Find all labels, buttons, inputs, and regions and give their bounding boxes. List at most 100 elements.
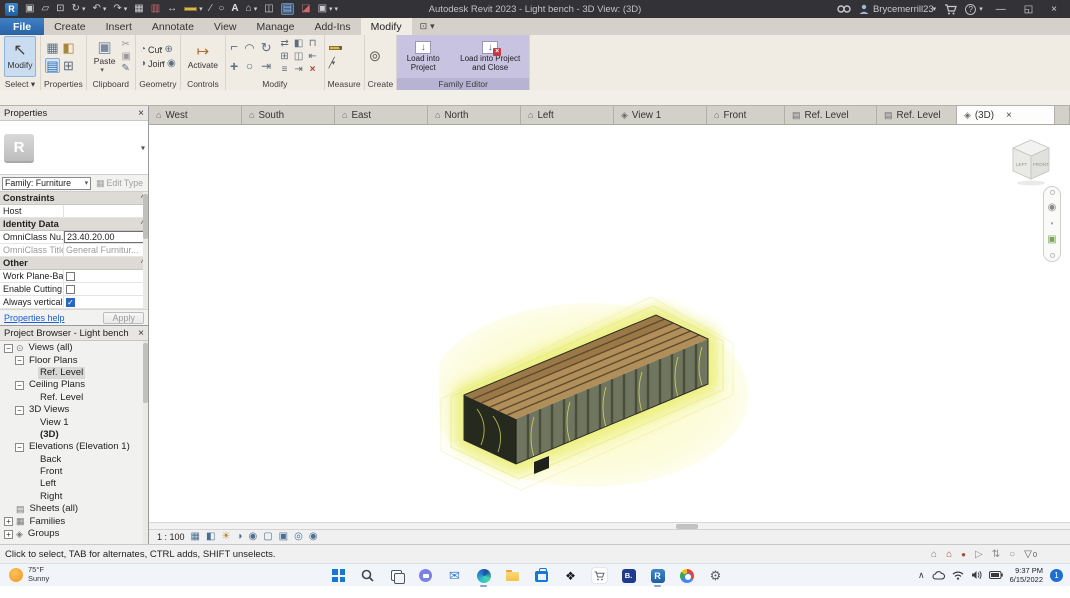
settings-icon[interactable]: ⚙	[708, 568, 723, 583]
pin-icon[interactable]: ⊓	[309, 38, 317, 49]
nav-more-icon[interactable]	[1049, 253, 1055, 258]
sync-icon[interactable]: ↻	[72, 4, 80, 14]
cope-icon[interactable]: ⌐	[230, 40, 238, 53]
collapse-icon[interactable]: −	[15, 356, 24, 366]
canvas-horizontal-scrollbar[interactable]	[149, 522, 1070, 529]
tab-modify[interactable]: Modify	[360, 18, 412, 35]
tree-item-floor-plans[interactable]: − Floor Plans	[0, 354, 148, 366]
offset-icon[interactable]: ⇥	[261, 60, 271, 72]
select-toggle-icon[interactable]: ⇅	[992, 549, 1000, 560]
revit-taskbar-icon[interactable]: R	[650, 568, 665, 587]
panel-label-modify[interactable]: Modify	[226, 78, 324, 90]
worksets-icon[interactable]: ⌂	[931, 549, 937, 560]
view-tab-south[interactable]: ⌂ South	[242, 106, 335, 124]
family-types-icon[interactable]: ▦	[46, 41, 58, 54]
properties-palette-icon[interactable]: ▤	[45, 58, 60, 73]
tree-item-front[interactable]: Front	[0, 466, 148, 478]
type-preview[interactable]: R ▾	[0, 121, 148, 175]
panel-label-select[interactable]: Select ▾	[0, 78, 40, 90]
shopping-app-icon[interactable]	[592, 568, 607, 583]
edit-type-button[interactable]: ▦ Edit Type	[93, 177, 146, 190]
redo-icon[interactable]: ↷	[113, 4, 121, 14]
browser-scrollbar[interactable]	[143, 341, 148, 544]
collapse-icon[interactable]: −	[15, 442, 24, 452]
copy-to-clipboard-icon[interactable]: ▣	[122, 51, 131, 62]
restore-button[interactable]: ◱	[1019, 4, 1038, 15]
type-properties-icon[interactable]: ⊞	[63, 59, 74, 72]
rendering-icon[interactable]: ◉	[248, 532, 257, 542]
save-icon[interactable]: ⊡	[56, 4, 64, 14]
help-caret-icon[interactable]: ▾	[979, 6, 983, 13]
default-3d-view-icon[interactable]: ⌂	[246, 4, 252, 14]
view-tab-east[interactable]: ⌂ East	[335, 106, 428, 124]
cut-caret-icon[interactable]: ▾	[159, 46, 163, 53]
always-vertical-checkbox[interactable]: ✓	[66, 297, 75, 307]
apply-button[interactable]: Apply	[103, 311, 144, 324]
switch-caret-icon[interactable]: ▾	[329, 6, 333, 13]
panel-label-clipboard[interactable]: Clipboard	[87, 78, 135, 90]
cut-to-clipboard-icon[interactable]: ✂	[122, 39, 131, 50]
properties-scrollbar[interactable]	[143, 192, 148, 309]
scale-icon[interactable]: ⇥	[294, 64, 302, 75]
scrollbar-thumb[interactable]	[143, 343, 148, 403]
drawing-area[interactable]: LEFT FRONT ◉ ▾ ▣	[149, 125, 1070, 522]
redo-caret-icon[interactable]: ▾	[124, 6, 128, 13]
section-identity-data[interactable]: Identity Data^	[0, 218, 148, 231]
panel-label-controls[interactable]: Controls	[181, 78, 225, 90]
paste-button[interactable]: ▣ Paste ▾	[91, 39, 119, 75]
temporary-hide-isolate-icon[interactable]: ◎	[294, 532, 303, 542]
bluebeam-app-icon[interactable]: B.	[621, 568, 636, 583]
load-into-project-and-close-button[interactable]: ↓ × Load into Project and Close	[455, 40, 525, 73]
tab-view[interactable]: View	[204, 18, 247, 35]
panel-label-create[interactable]: Create	[365, 78, 397, 90]
tree-item-ceiling-plans[interactable]: − Ceiling Plans	[0, 379, 148, 391]
create-group-icon[interactable]: ⊚	[369, 49, 382, 64]
undo-caret-icon[interactable]: ▾	[103, 6, 107, 13]
model-line-icon[interactable]: ∕	[210, 4, 212, 14]
wifi-icon[interactable]	[952, 571, 964, 580]
view-tab-north[interactable]: ⌂ North	[428, 106, 521, 124]
nav-separator-icon[interactable]: ▾	[1051, 221, 1054, 227]
section-constraints[interactable]: Constraints^	[0, 192, 148, 205]
battery-icon[interactable]	[988, 571, 1003, 579]
panel-label-measure[interactable]: Measure	[325, 78, 364, 90]
window-icon[interactable]: ▣	[25, 4, 34, 14]
cut-geometry-icon[interactable]: ◔	[140, 44, 146, 55]
tab-annotate[interactable]: Annotate	[142, 18, 204, 35]
detail-level-icon[interactable]: ▦	[191, 532, 200, 542]
match-properties-icon[interactable]: ✎	[122, 63, 131, 74]
worksharing-user-icon[interactable]: ●	[961, 550, 966, 559]
trim-icon[interactable]: ⇤	[308, 51, 316, 62]
join-caret-icon[interactable]: ▾	[162, 60, 166, 67]
viewcube-front-label[interactable]: FRONT	[1033, 162, 1049, 167]
zoom-region-icon[interactable]: ▣	[1047, 234, 1056, 245]
host-value[interactable]	[64, 205, 148, 217]
collapse-icon[interactable]: −	[15, 380, 24, 390]
move-icon[interactable]: +	[230, 59, 238, 73]
tree-item-right[interactable]: Right	[0, 491, 148, 503]
show-crop-region-icon[interactable]: ▣	[279, 532, 288, 542]
tree-item-ref-level-ceiling[interactable]: Ref. Level	[0, 392, 148, 404]
background-process-icon[interactable]: ○	[1009, 549, 1015, 560]
aligned-dimension-icon[interactable]	[184, 7, 198, 11]
tree-item-ref-level-floor[interactable]: Ref. Level	[0, 366, 148, 379]
task-view-icon[interactable]	[389, 568, 405, 584]
work-plane-checkbox[interactable]	[66, 271, 75, 281]
account-menu[interactable]: Brycemerrill23 ▾	[859, 4, 936, 15]
tree-item-view-1[interactable]: View 1	[0, 416, 148, 428]
tree-item-groups[interactable]: + ◈ Groups	[0, 528, 148, 540]
volume-icon[interactable]	[971, 570, 982, 580]
print-icon[interactable]: ▦	[134, 4, 143, 14]
omniclass-number-value[interactable]: 23.40.20.00	[64, 231, 148, 243]
tab-add-ins[interactable]: Add-Ins	[304, 18, 360, 35]
tree-item-3d[interactable]: (3D)	[0, 429, 148, 441]
geometry-box-icon[interactable]: ⊕	[165, 44, 173, 55]
dimension-caret-icon[interactable]: ▾	[199, 6, 203, 13]
shadows-icon[interactable]: ◑	[236, 532, 242, 542]
view-tab-ref-level-2[interactable]: ▤ Ref. Level	[877, 106, 957, 124]
transfer-icon[interactable]: ▥	[151, 4, 160, 14]
mirror-axis-icon[interactable]: ◫	[294, 51, 303, 62]
mirror-pick-icon[interactable]: ◧	[294, 38, 303, 49]
view-scale[interactable]: 1 : 100	[157, 532, 185, 542]
measure-icon[interactable]: ↔	[167, 4, 177, 14]
